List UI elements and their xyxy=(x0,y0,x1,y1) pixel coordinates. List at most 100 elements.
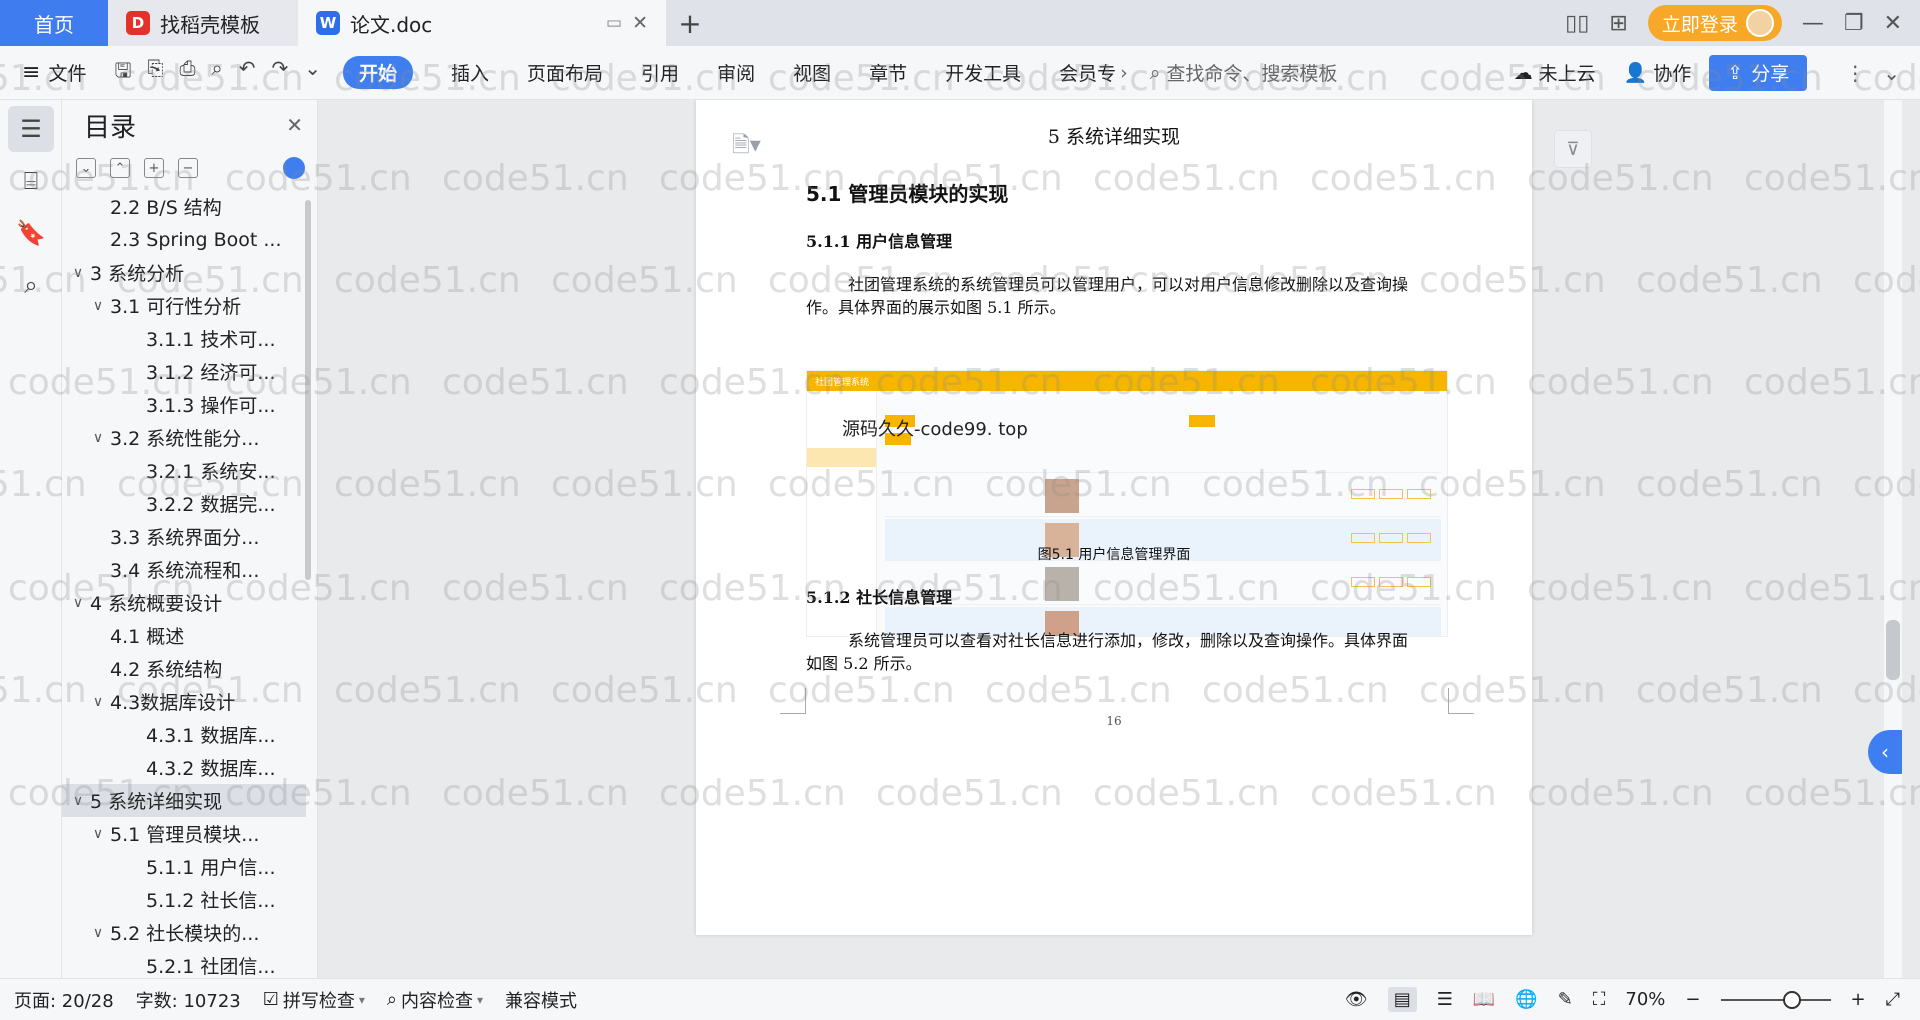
collaborate-button[interactable]: 👤 协作 xyxy=(1624,59,1692,86)
toc-item[interactable]: 4.2 系统结构 xyxy=(62,652,306,685)
toc-item[interactable]: ∨ 3 系统分析 xyxy=(62,256,306,289)
remove-heading-icon[interactable]: − xyxy=(178,158,198,178)
chevron-down-icon[interactable]: ∨ xyxy=(86,430,110,446)
toc-item[interactable]: 4.3.1 数据库... xyxy=(62,718,306,751)
chevron-down-icon[interactable]: ∨ xyxy=(86,694,110,710)
toc-item[interactable]: ∨ 5.1 管理员模块... xyxy=(62,817,306,850)
more-chevron-icon[interactable]: ⌄ xyxy=(304,56,321,90)
expand-all-icon[interactable]: ⌄ xyxy=(76,158,96,178)
chevron-down-icon[interactable]: ∨ xyxy=(66,793,90,809)
close-tab-icon[interactable]: ✕ xyxy=(632,12,648,34)
cloud-status[interactable]: ☁ 未上云 xyxy=(1514,59,1596,86)
zoom-in-icon[interactable]: + xyxy=(1851,989,1866,1010)
toc-item[interactable]: 5.2.1 社团信... xyxy=(62,949,306,978)
toc-item[interactable]: 2.3 Spring Boot ... xyxy=(62,223,306,256)
grid-apps-icon[interactable]: ⊞ xyxy=(1609,11,1627,36)
spell-check-button[interactable]: ☑ 拼写检查 ▾ xyxy=(263,987,365,1013)
ribbon-tab-member[interactable]: 会员专 xyxy=(1059,59,1116,86)
more-options-icon[interactable]: ⋮ xyxy=(1845,61,1865,85)
filter-icon[interactable]: ⊽ xyxy=(1554,130,1592,168)
side-panel-toggle[interactable]: ‹ xyxy=(1868,730,1902,774)
export-icon[interactable]: ⎘ xyxy=(148,56,164,90)
zoom-level[interactable]: 70% xyxy=(1625,989,1665,1010)
ribbon-tab-chapter[interactable]: 章节 xyxy=(869,59,907,86)
document-scrollbar[interactable] xyxy=(1884,100,1902,978)
new-tab-button[interactable]: + xyxy=(666,0,714,46)
ribbon-more-icon[interactable]: › xyxy=(1120,62,1128,84)
ribbon-tab-references[interactable]: 引用 xyxy=(641,59,679,86)
toc-item[interactable]: 3.1.2 经济可... xyxy=(62,355,306,388)
content-check-button[interactable]: ⌕ 内容检查 ▾ xyxy=(387,987,483,1013)
tab-home[interactable]: 首页 xyxy=(0,0,108,46)
toc-item[interactable]: 4.1 概述 xyxy=(62,619,306,652)
toc-item[interactable]: ∨ 5 系统详细实现 xyxy=(62,784,306,817)
collapse-ribbon-icon[interactable]: ⌄ xyxy=(1883,61,1900,85)
eye-protect-icon[interactable]: 👁 xyxy=(1345,989,1368,1010)
chevron-down-icon[interactable]: ∨ xyxy=(86,925,110,941)
toc-item[interactable]: 3.1.1 技术可... xyxy=(62,322,306,355)
toc-item[interactable]: 3.2.1 系统安... xyxy=(62,454,306,487)
restore-icon[interactable]: ❐ xyxy=(1844,11,1864,36)
toc-item[interactable]: 3.1.3 操作可... xyxy=(62,388,306,421)
ribbon-tab-review[interactable]: 审阅 xyxy=(717,59,755,86)
web-view-icon[interactable]: 🌐 xyxy=(1515,989,1537,1010)
login-button[interactable]: 立即登录 xyxy=(1647,5,1782,41)
ai-assistant-icon[interactable] xyxy=(283,157,305,179)
command-search[interactable]: ⌕ 查找命令、搜索模板 xyxy=(1150,59,1338,86)
toc-item[interactable]: 5.1.2 社长信... xyxy=(62,883,306,916)
word-count[interactable]: 字数: 10723 xyxy=(136,987,241,1013)
window-layout-icon[interactable]: ▯▯ xyxy=(1565,11,1589,36)
chevron-down-icon[interactable]: ∨ xyxy=(86,298,110,314)
collapse-all-icon[interactable]: ⌃ xyxy=(110,158,130,178)
toc-item[interactable]: ∨ 3.2 系统性能分... xyxy=(62,421,306,454)
ribbon-tab-layout[interactable]: 页面布局 xyxy=(527,59,603,86)
print-icon[interactable]: ⎙ xyxy=(180,56,196,90)
find-icon[interactable]: ⌕ xyxy=(8,262,54,308)
toc-item[interactable]: ∨ 4 系统概要设计 xyxy=(62,586,306,619)
toc-item[interactable]: 5.1.1 用户信... xyxy=(62,850,306,883)
ribbon-tab-developer[interactable]: 开发工具 xyxy=(945,59,1021,86)
print-preview-icon[interactable]: ⌕ xyxy=(212,56,223,90)
toc-scrollbar[interactable] xyxy=(305,200,311,580)
share-button[interactable]: ⇪ 分享 xyxy=(1709,54,1808,91)
undo-icon[interactable]: ↶ xyxy=(239,56,256,90)
ribbon-tab-insert[interactable]: 插入 xyxy=(451,59,489,86)
chevron-down-icon[interactable]: ∨ xyxy=(66,265,90,281)
toc-item[interactable]: 2.2 B/S 结构 xyxy=(62,190,306,223)
toc-item[interactable]: 4.3.2 数据库... xyxy=(62,751,306,784)
screen-icon[interactable]: ▭ xyxy=(606,13,622,33)
toc-item[interactable]: ∨ 3.1 可行性分析 xyxy=(62,289,306,322)
chevron-down-icon[interactable]: ∨ xyxy=(86,826,110,842)
toc-item[interactable]: ∨ 5.2 社长模块的... xyxy=(62,916,306,949)
read-view-icon[interactable]: 📖 xyxy=(1473,989,1495,1010)
add-heading-icon[interactable]: + xyxy=(144,158,164,178)
ribbon-tab-start[interactable]: 开始 xyxy=(343,56,414,89)
toc-item[interactable]: 3.2.2 数据完... xyxy=(62,487,306,520)
tab-document[interactable]: W 论文.doc ▭ ✕ xyxy=(298,0,666,46)
write-mode-icon[interactable]: ✎ xyxy=(1558,989,1573,1010)
outline-view-icon[interactable]: ☰ xyxy=(1437,989,1453,1010)
zoom-out-icon[interactable]: − xyxy=(1685,989,1700,1010)
fullscreen-icon[interactable]: ⤢ xyxy=(1886,989,1900,1010)
zoom-slider-knob[interactable] xyxy=(1782,990,1801,1009)
close-window-icon[interactable]: ✕ xyxy=(1884,11,1902,36)
redo-icon[interactable]: ↷ xyxy=(271,56,288,90)
toc-item[interactable]: 3.4 系统流程和... xyxy=(62,553,306,586)
scroll-thumb[interactable] xyxy=(1886,620,1900,680)
navigation-icon[interactable]: ⌸ xyxy=(8,158,54,204)
close-icon[interactable]: ✕ xyxy=(286,113,303,137)
tab-docer-templates[interactable]: D 找稻壳模板 xyxy=(108,0,298,46)
document-page[interactable]: 🗎▾ 5 系统详细实现 5.1 管理员模块的实现 5.1.1 用户信息管理 社团… xyxy=(696,100,1532,935)
toc-item[interactable]: ∨ 4.3数据库设计 xyxy=(62,685,306,718)
zoom-slider[interactable] xyxy=(1720,990,1831,1009)
toc-item[interactable]: 3.3 系统界面分... xyxy=(62,520,306,553)
minimize-icon[interactable]: — xyxy=(1802,11,1824,36)
chevron-down-icon[interactable]: ∨ xyxy=(66,595,90,611)
page-count[interactable]: 页面: 20/28 xyxy=(14,987,114,1013)
page-view-icon[interactable]: ▤ xyxy=(1387,987,1417,1012)
fit-page-icon[interactable]: ⛶ xyxy=(1593,989,1606,1010)
outline-panel-icon[interactable]: ☰ xyxy=(8,106,54,152)
save-icon[interactable]: 🖫 xyxy=(114,56,131,90)
file-menu[interactable]: ≡ 文件 xyxy=(22,59,86,86)
bookmark-icon[interactable]: 🔖 xyxy=(8,210,54,256)
